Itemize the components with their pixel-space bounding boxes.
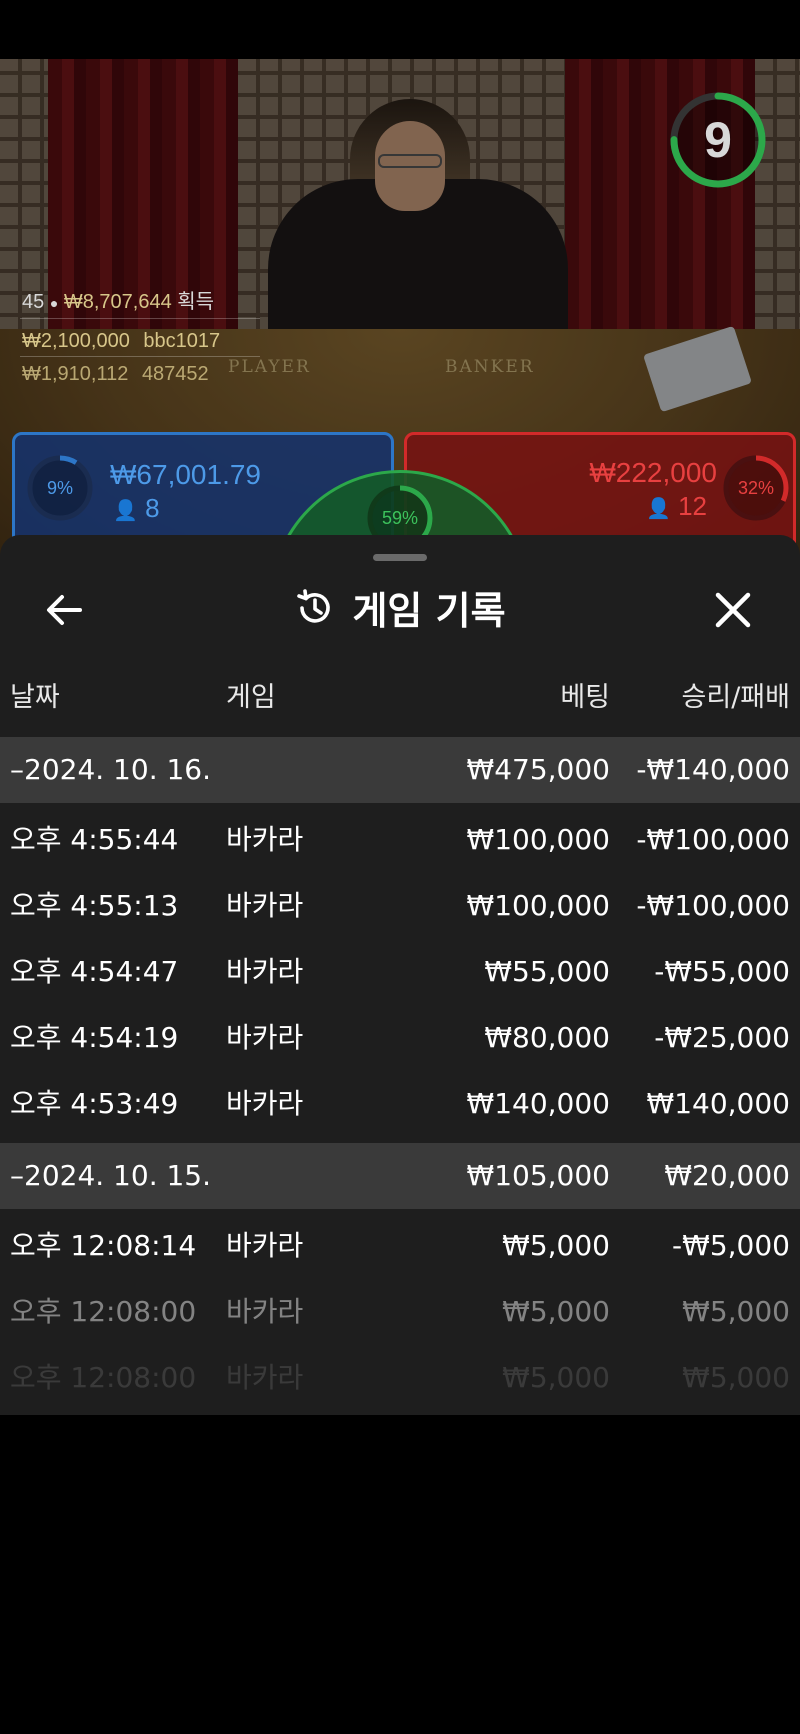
banker-bettor-count: 👤 12 bbox=[645, 491, 707, 521]
row-bet: ₩140,000 bbox=[466, 1087, 610, 1120]
row-bet: ₩55,000 bbox=[484, 955, 610, 988]
table-row[interactable]: 오후 12:08:00 바카라 ₩5,000 ₩5,000 bbox=[0, 1279, 800, 1345]
table-row[interactable]: 오후 4:53:49 바카라 ₩140,000 ₩140,000 bbox=[0, 1071, 800, 1137]
row-game: 바카라 bbox=[226, 955, 304, 988]
person-icon: 👤 bbox=[113, 500, 138, 522]
timer-value: 9 bbox=[704, 112, 732, 168]
banker-percent-ring: 32% bbox=[721, 453, 791, 523]
player-percent-ring: 9% bbox=[25, 453, 95, 523]
row-winloss: ₩5,000 bbox=[682, 1361, 790, 1394]
sheet-title: 게임 기록 bbox=[294, 580, 506, 635]
winner-amount: ₩8,707,644 bbox=[63, 291, 172, 313]
table-row[interactable]: 오후 4:55:13 바카라 ₩100,000 -₩100,000 bbox=[0, 873, 800, 939]
winner-rank: 45 bbox=[22, 291, 45, 313]
row-bet: ₩80,000 bbox=[484, 1021, 610, 1054]
group-date: –2024. 10. 16. bbox=[10, 753, 212, 786]
person-icon: 👤 bbox=[645, 498, 671, 520]
group-winloss-total: ₩20,000 bbox=[664, 1159, 790, 1192]
table-row[interactable]: 오후 4:54:19 바카라 ₩80,000 -₩25,000 bbox=[0, 1005, 800, 1071]
row-bet: ₩5,000 bbox=[502, 1361, 610, 1394]
row-time: 오후 4:53:49 bbox=[10, 1087, 179, 1120]
sheet-header: 게임 기록 bbox=[0, 580, 800, 640]
row-winloss: -₩25,000 bbox=[654, 1021, 790, 1054]
group-winloss-total: -₩140,000 bbox=[636, 753, 790, 786]
row-time: 오후 12:08:14 bbox=[10, 1229, 197, 1262]
row-winloss: -₩55,000 bbox=[654, 955, 790, 988]
row-game: 바카라 bbox=[226, 1295, 304, 1328]
table-row[interactable]: 오후 12:08:00 바카라 ₩5,000 ₩5,000 bbox=[0, 1345, 800, 1411]
row-bet: ₩5,000 bbox=[502, 1229, 610, 1262]
row-game: 바카라 bbox=[226, 823, 304, 856]
row-winloss: ₩5,000 bbox=[682, 1295, 790, 1328]
winner-user: bbc1017 bbox=[143, 330, 221, 352]
row-game: 바카라 bbox=[226, 1229, 304, 1262]
table-header: 날짜 게임 베팅 승리/패배 bbox=[0, 675, 800, 725]
row-bet: ₩100,000 bbox=[466, 823, 610, 856]
history-icon bbox=[297, 588, 331, 623]
date-group-header[interactable]: –2024. 10. 15. ₩105,000 ₩20,000 bbox=[0, 1143, 800, 1209]
group-bet-total: ₩105,000 bbox=[466, 1159, 610, 1192]
row-winloss: -₩5,000 bbox=[672, 1229, 790, 1262]
column-header-date: 날짜 bbox=[10, 682, 60, 713]
group-date: –2024. 10. 15. bbox=[10, 1159, 212, 1192]
game-history-sheet: 게임 기록 날짜 게임 베팅 승리/패배 –2024. 10. 16. ₩475… bbox=[0, 535, 800, 1415]
close-button[interactable] bbox=[708, 585, 758, 635]
row-winloss: -₩100,000 bbox=[636, 823, 790, 856]
winner-row: 45 ● ₩8,707,644 획득 bbox=[22, 285, 214, 314]
row-time: 오후 4:54:19 bbox=[10, 1021, 179, 1054]
banker-percent: 32% bbox=[737, 478, 775, 498]
row-bet: ₩100,000 bbox=[466, 889, 610, 922]
player-bet-amount: ₩67,001.79 bbox=[110, 459, 261, 490]
row-time: 오후 12:08:00 bbox=[10, 1295, 197, 1328]
date-group-header[interactable]: –2024. 10. 16. ₩475,000 -₩140,000 bbox=[0, 737, 800, 803]
column-header-bet: 베팅 bbox=[560, 682, 610, 713]
row-winloss: ₩140,000 bbox=[646, 1087, 790, 1120]
winner-amount: ₩2,100,000 bbox=[22, 330, 130, 352]
row-game: 바카라 bbox=[226, 1361, 304, 1394]
row-time: 오후 4:55:44 bbox=[10, 823, 179, 856]
person-icon: ● bbox=[49, 295, 59, 311]
countdown-timer: 9 bbox=[668, 90, 768, 190]
row-time: 오후 4:55:13 bbox=[10, 889, 179, 922]
row-game: 바카라 bbox=[226, 1021, 304, 1054]
winner-amount: ₩1,910,112 bbox=[22, 363, 129, 385]
column-header-winloss: 승리/패배 bbox=[681, 682, 790, 713]
row-winloss: -₩100,000 bbox=[636, 889, 790, 922]
winner-row: ₩1,910,112 487452 bbox=[22, 363, 209, 386]
winner-suffix: 획득 bbox=[177, 291, 215, 313]
column-header-game: 게임 bbox=[226, 682, 276, 713]
group-bet-total: ₩475,000 bbox=[466, 753, 610, 786]
banker-bet-amount: ₩222,000 bbox=[589, 457, 717, 488]
row-time: 오후 12:08:00 bbox=[10, 1361, 197, 1394]
drag-handle[interactable] bbox=[373, 554, 427, 561]
player-bettor-count: 👤 8 bbox=[113, 493, 160, 523]
winner-row: ₩2,100,000 bbc1017 bbox=[22, 330, 220, 353]
row-game: 바카라 bbox=[226, 1087, 304, 1120]
table-row[interactable]: 오후 4:54:47 바카라 ₩55,000 -₩55,000 bbox=[0, 939, 800, 1005]
winner-user: 487452 bbox=[141, 363, 209, 385]
table-row[interactable]: 오후 12:08:14 바카라 ₩5,000 -₩5,000 bbox=[0, 1213, 800, 1279]
sheet-title-text: 게임 기록 bbox=[352, 589, 506, 633]
row-time: 오후 4:54:47 bbox=[10, 955, 179, 988]
row-bet: ₩5,000 bbox=[502, 1295, 610, 1328]
close-icon bbox=[715, 592, 751, 628]
row-game: 바카라 bbox=[226, 889, 304, 922]
table-row[interactable]: 오후 4:55:44 바카라 ₩100,000 -₩100,000 bbox=[0, 807, 800, 873]
player-percent: 9% bbox=[46, 478, 73, 498]
